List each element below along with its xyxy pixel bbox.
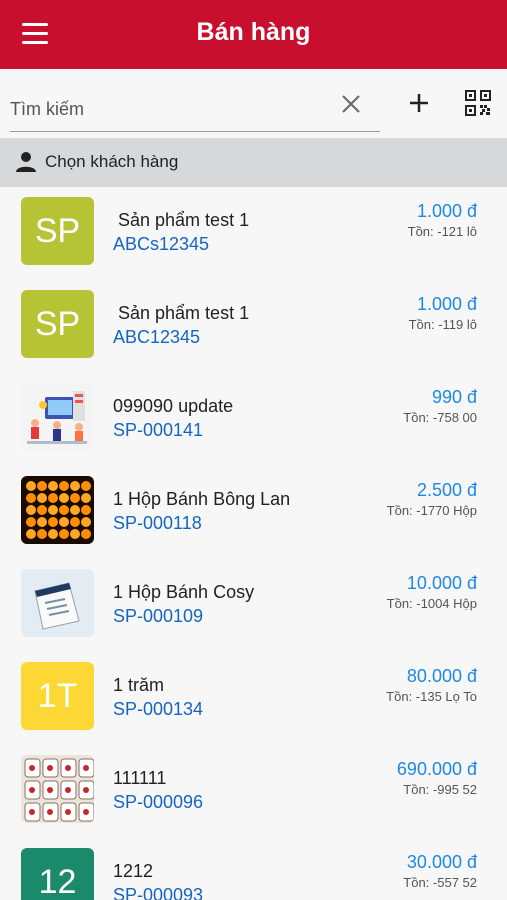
product-name: 1212	[113, 861, 154, 881]
select-customer-label: Chọn khách hàng	[45, 152, 179, 171]
product-image-thumbnail	[21, 383, 94, 451]
select-customer-button[interactable]: Chọn khách hàng	[0, 138, 507, 187]
search-input[interactable]	[10, 87, 380, 132]
product-price: 2.500 đ	[416, 480, 477, 500]
product-code: SP-000134	[113, 699, 204, 719]
product-code: ABC12345	[113, 327, 201, 347]
product-name: 1 trăm	[113, 675, 165, 695]
product-item[interactable]: 1T 1 trăm SP-000134 80.000 đ Tồn: -135 Lọ To	[0, 652, 507, 745]
product-name: Sản phẩm test 1	[113, 210, 250, 230]
product-stock: Tồn: -1770 Hộp	[386, 503, 477, 518]
product-list: SP Sản phẩm test 1 ABCs12345 1.000 đ Tồn: -…	[0, 187, 507, 900]
product-price: 10.000 đ	[406, 573, 477, 593]
add-icon[interactable]	[406, 90, 432, 116]
product-stock: Tồn: -557 52	[403, 875, 477, 890]
product-price: 990 đ	[431, 387, 477, 407]
product-code: ABCs12345	[113, 234, 210, 254]
product-stock: Tồn: -119 lô	[408, 317, 477, 332]
product-name: 111111	[113, 768, 167, 788]
product-initials-thumbnail: 12	[21, 848, 94, 900]
product-stock: Tồn: -995 52	[403, 782, 477, 797]
product-code: SP-000096	[113, 792, 204, 812]
product-item[interactable]: 1 Hộp Bánh Cosy SP-000109 10.000 đ Tồn: -10…	[0, 559, 507, 652]
app-header: Bán hàng	[0, 0, 507, 69]
product-code: SP-000109	[113, 606, 204, 626]
product-item[interactable]: 111111 SP-000096 690.000 đ Tồn: -995 52	[0, 745, 507, 838]
product-item[interactable]: SP Sản phẩm test 1 ABCs12345 1.000 đ Tồn: -…	[0, 187, 507, 280]
product-name: 099090 update	[113, 396, 234, 416]
product-price: 1.000 đ	[416, 294, 477, 314]
product-item[interactable]: SP Sản phẩm test 1 ABC12345 1.000 đ Tồn: -1…	[0, 280, 507, 373]
qr-scan-icon[interactable]	[465, 90, 491, 116]
product-price: 30.000 đ	[406, 852, 477, 872]
product-code: SP-000118	[113, 513, 202, 533]
product-item[interactable]: 1 Hộp Bánh Bông Lan SP-000118 2.500 đ Tồn: …	[0, 466, 507, 559]
product-stock: Tồn: -758 00	[403, 410, 477, 425]
product-stock: Tồn: -135 Lọ To	[386, 689, 477, 704]
product-code: SP-000093	[113, 885, 204, 900]
product-item[interactable]: 12 1212 SP-000093 30.000 đ Tồn: -557 52	[0, 838, 507, 900]
product-image-thumbnail	[21, 476, 94, 544]
search-bar	[0, 69, 507, 138]
product-stock: Tồn: -121 lô	[407, 224, 477, 239]
clear-search-icon[interactable]	[340, 93, 362, 115]
product-price: 80.000 đ	[406, 666, 477, 686]
product-name: 1 Hộp Bánh Cosy	[113, 582, 255, 602]
product-price: 1.000 đ	[416, 201, 477, 221]
product-code: SP-000141	[113, 420, 204, 440]
product-image-thumbnail	[21, 755, 94, 823]
page-title: Bán hàng	[196, 18, 311, 46]
product-image-thumbnail	[21, 569, 94, 637]
product-item[interactable]: 099090 update SP-000141 990 đ Tồn: -758 00	[0, 373, 507, 466]
product-name: 1 Hộp Bánh Bông Lan	[113, 489, 291, 509]
product-initials-thumbnail: 1T	[21, 662, 94, 730]
product-initials-thumbnail: SP	[21, 197, 94, 265]
product-initials-thumbnail: SP	[21, 290, 94, 358]
product-stock: Tồn: -1004 Hộp	[386, 596, 477, 611]
person-icon	[16, 152, 36, 172]
product-name: Sản phẩm test 1	[113, 303, 250, 323]
product-price: 690.000 đ	[396, 759, 477, 779]
